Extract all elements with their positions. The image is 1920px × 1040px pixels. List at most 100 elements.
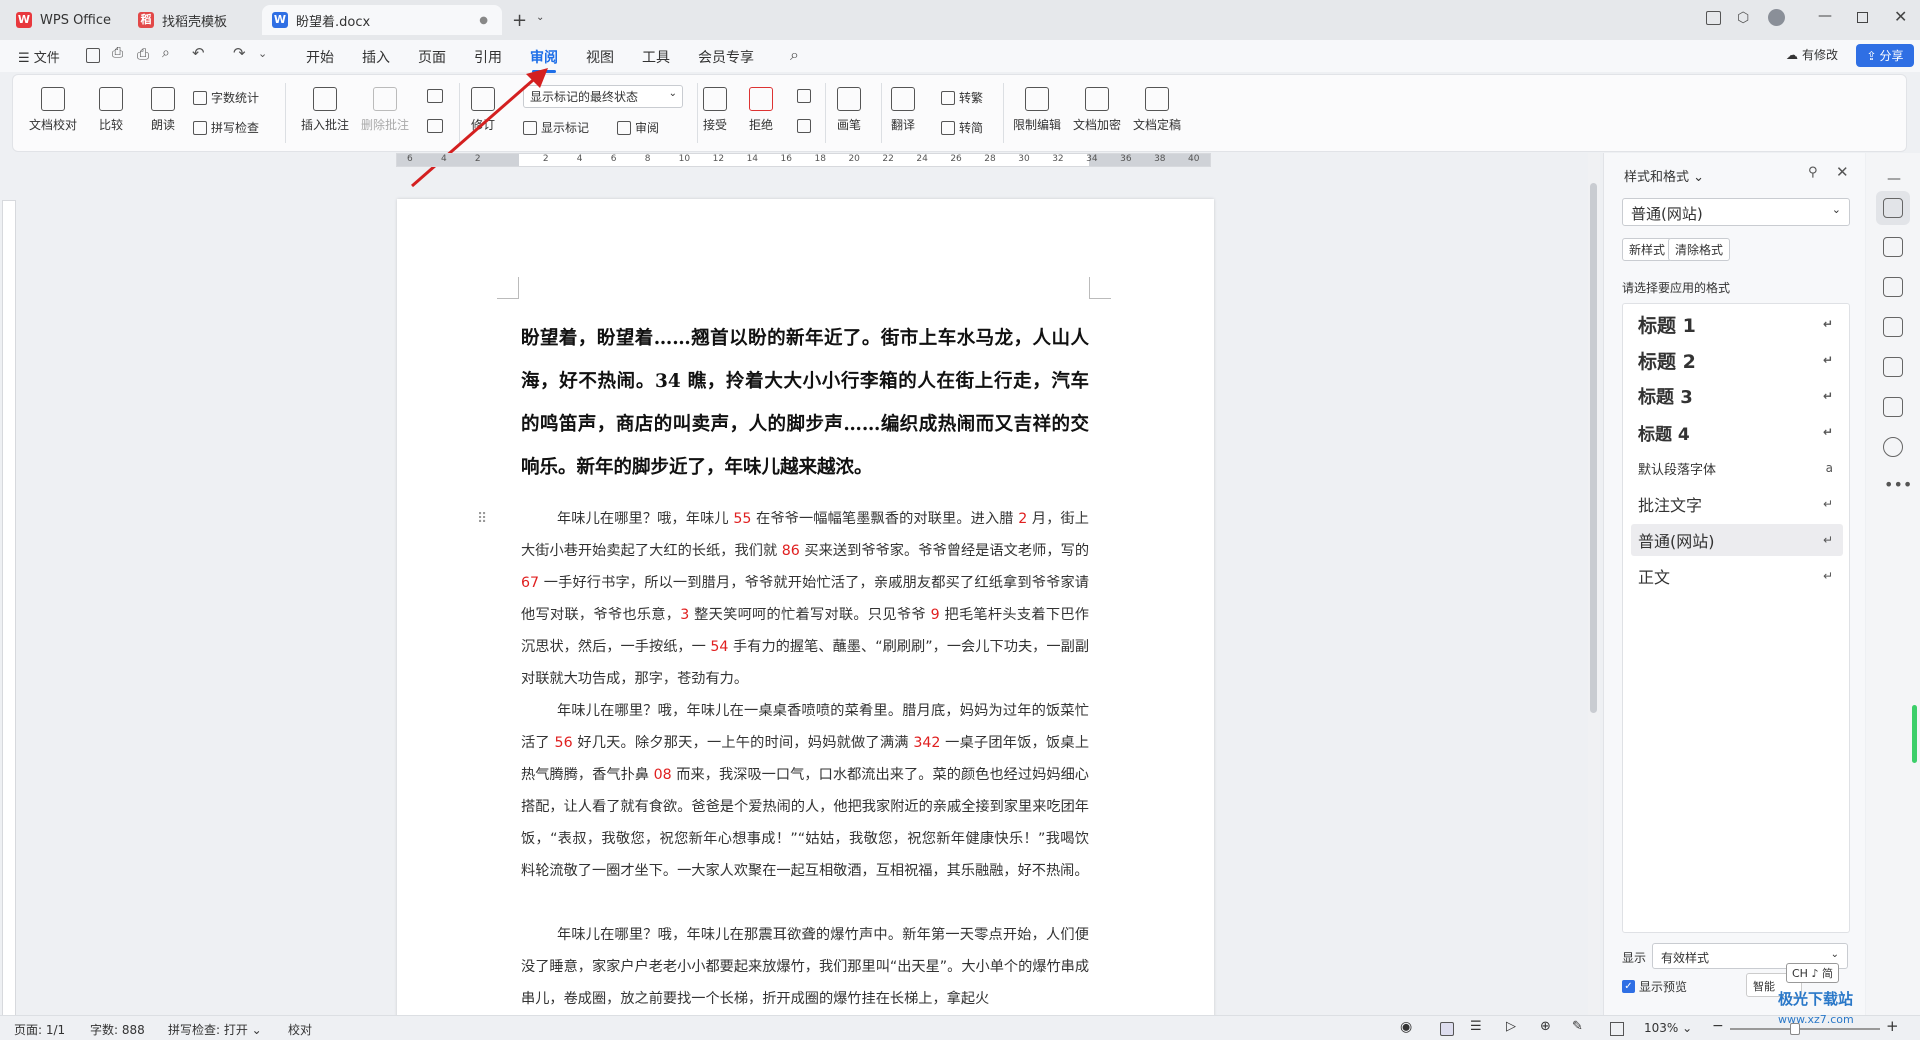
page-view-icon[interactable] <box>1440 1022 1454 1036</box>
reject-button[interactable]: 拒绝 <box>749 87 773 133</box>
style-heading-3[interactable]: 标题 3 ↵ <box>1631 380 1843 412</box>
search-icon[interactable]: ⌕ <box>790 45 799 65</box>
document-page[interactable]: 盼望着，盼望着……翘首以盼的新年近了。街市上车水马龙，人山人海，好不热闹。34 … <box>397 199 1214 1019</box>
translate-button[interactable]: 翻译 <box>891 87 915 133</box>
cube-icon[interactable]: ⬡ <box>1737 10 1749 26</box>
zoom-slider[interactable] <box>1730 1023 1880 1035</box>
prev-change-icon[interactable] <box>797 89 811 103</box>
layout-icon[interactable] <box>1706 11 1721 25</box>
read-aloud-button[interactable]: 朗读 <box>151 87 175 133</box>
redo-icon[interactable]: ↷ <box>233 44 246 62</box>
pin-icon[interactable]: ⚲ <box>1808 165 1818 180</box>
menu-member[interactable]: 会员专享 <box>698 47 754 67</box>
ruler-tick-label: 4 <box>440 154 447 164</box>
to-traditional-button[interactable]: 转繁 <box>941 89 983 106</box>
doc-proof-button[interactable]: 文档校对 <box>29 87 77 133</box>
eye-icon[interactable]: ◉ <box>1400 1019 1412 1035</box>
style-comment-text[interactable]: 批注文字 ↵ <box>1631 488 1843 520</box>
checkbox-checked-icon: ✓ <box>1622 980 1635 993</box>
finalize-button[interactable]: 文档定稿 <box>1133 87 1181 133</box>
next-change-icon[interactable] <box>797 119 811 133</box>
minimize-icon[interactable]: — <box>1818 8 1832 24</box>
style-heading-4[interactable]: 标题 4 ↵ <box>1631 416 1843 448</box>
fit-page-icon[interactable] <box>1610 1022 1624 1036</box>
paragraph-1[interactable]: 年味儿在哪里？哦，年味儿 55 在爷爷一幅幅笔墨飘香的对联里。进入腊 2 月，街… <box>521 503 1089 695</box>
print-preview-icon[interactable]: ⌕ <box>162 45 170 61</box>
collapse-icon[interactable]: — <box>1887 171 1901 187</box>
clear-format-button[interactable]: 清除格式 <box>1668 238 1731 261</box>
accept-button[interactable]: 接受 <box>703 87 727 133</box>
new-style-button[interactable]: 新样式 <box>1622 238 1673 261</box>
play-icon[interactable]: ▷ <box>1506 1019 1516 1034</box>
adjust-icon[interactable] <box>1883 277 1903 297</box>
tab-template[interactable]: 稻 找稻壳模板 <box>128 5 258 35</box>
quick-access-chevron-icon[interactable]: ⌄ <box>258 47 267 60</box>
page-indicator[interactable]: 页面: 1/1 <box>14 1021 65 1038</box>
style-heading-2[interactable]: 标题 2 ↵ <box>1631 344 1843 376</box>
title-paragraph[interactable]: 盼望着，盼望着……翘首以盼的新年近了。街市上车水马龙，人山人海，好不热闹。34 … <box>521 317 1089 489</box>
pen-mode-icon[interactable]: ✎ <box>1572 1019 1583 1034</box>
word-count-indicator[interactable]: 字数: 888 <box>90 1021 145 1038</box>
to-simplified-button[interactable]: 转简 <box>941 119 983 136</box>
vertical-scrollbar[interactable] <box>1588 153 1600 1023</box>
drag-handle-icon[interactable]: ⠿ <box>477 511 487 527</box>
ai-icon[interactable] <box>1883 317 1903 337</box>
style-body[interactable]: 正文 ↵ <box>1631 560 1843 592</box>
ruler-tick-label: 8 <box>644 154 651 164</box>
return-icon: ↵ <box>1822 569 1833 583</box>
select-cursor-icon[interactable] <box>1883 237 1903 257</box>
word-count-button[interactable]: 字数统计 <box>193 89 259 106</box>
paragraph-3[interactable]: 年味儿在哪里？哦，年味儿在那震耳欲聋的爆竹声中。新年第一天零点开始，人们便没了睡… <box>521 919 1089 1015</box>
cloud-icon: ☁ <box>1786 47 1798 62</box>
tab-wps-office[interactable]: W WPS Office <box>6 5 124 35</box>
style-heading-1[interactable]: 标题 1 ↵ <box>1631 308 1843 340</box>
menu-insert[interactable]: 插入 <box>362 47 390 67</box>
current-style-select[interactable]: 普通(网站) ⌄ <box>1622 198 1850 226</box>
proof-indicator[interactable]: 校对 <box>288 1021 312 1038</box>
print-icon[interactable]: ⎙ <box>137 45 149 63</box>
tab-bar: W WPS Office 稻 找稻壳模板 W 盼望着.docx ● + ⌄ ⬡ … <box>0 0 1920 40</box>
encrypt-button[interactable]: 文档加密 <box>1073 87 1121 133</box>
compare-button[interactable]: 比较 <box>99 87 123 133</box>
close-panel-icon[interactable]: ✕ <box>1836 163 1849 181</box>
pen-button[interactable]: 画笔 <box>837 87 861 133</box>
scrollbar-thumb[interactable] <box>1590 183 1597 713</box>
outline-view-icon[interactable]: ☰ <box>1470 1019 1482 1034</box>
ruler-tick-label: 4 <box>576 154 583 164</box>
menu-tools[interactable]: 工具 <box>642 47 670 67</box>
avatar[interactable] <box>1768 9 1785 26</box>
save-icon[interactable] <box>86 48 100 63</box>
web-view-icon[interactable]: ⊕ <box>1540 1019 1551 1034</box>
undo-icon[interactable]: ↶ <box>192 44 205 62</box>
help-icon[interactable] <box>1883 437 1903 457</box>
restore-icon[interactable] <box>1857 12 1868 23</box>
menu-view[interactable]: 视图 <box>586 47 614 67</box>
insert-comment-button[interactable]: 插入批注 <box>301 87 349 133</box>
ime-indicator[interactable]: CH ♪ 简 <box>1786 963 1839 983</box>
zoom-in-icon[interactable]: + <box>1886 1017 1899 1035</box>
zoom-level[interactable]: 103% ⌄ <box>1644 1021 1692 1035</box>
restrict-edit-button[interactable]: 限制编辑 <box>1013 87 1061 133</box>
menu-start[interactable]: 开始 <box>306 47 334 67</box>
new-tab-icon[interactable]: + <box>512 10 527 31</box>
style-normal-web[interactable]: 普通(网站) ↵ <box>1631 524 1843 556</box>
spell-check-indicator[interactable]: 拼写检查: 打开 ⌄ <box>168 1021 262 1038</box>
shirt-icon[interactable] <box>1883 397 1903 417</box>
paragraph-2[interactable]: 年味儿在哪里？哦，年味儿在一桌桌香喷喷的菜肴里。腊月底，妈妈为过年的饭菜忙活了 … <box>521 695 1089 887</box>
preview-checkbox[interactable]: ✓ 显示预览 <box>1622 978 1687 995</box>
more-icon[interactable]: ••• <box>1884 475 1912 494</box>
tools-icon[interactable] <box>1883 357 1903 377</box>
share-button[interactable]: ⇪ 分享 <box>1856 44 1914 67</box>
close-window-icon[interactable]: ✕ <box>1894 7 1907 26</box>
spell-check-button[interactable]: 拼写检查 <box>193 119 259 136</box>
tab-list-chevron-icon[interactable]: ⌄ <box>536 12 544 23</box>
translate-icon <box>891 87 915 111</box>
style-default-font[interactable]: 默认段落字体 a <box>1631 452 1843 484</box>
file-menu[interactable]: ☰ 文件 <box>18 47 60 66</box>
menu-bar: ☰ 文件 ⎙ ⎙ ⌕ ↶ ↷ ⌄ 开始 插入 页面 引用 审阅 视图 工具 会员… <box>0 40 1920 73</box>
zoom-out-icon[interactable]: − <box>1712 1018 1724 1034</box>
tab-document[interactable]: W 盼望着.docx ● <box>262 5 502 35</box>
review-pane-button[interactable]: 审阅 <box>617 119 659 136</box>
export-icon[interactable]: ⎙ <box>112 45 123 61</box>
edits-indicator[interactable]: ☁ 有修改 <box>1786 46 1838 63</box>
